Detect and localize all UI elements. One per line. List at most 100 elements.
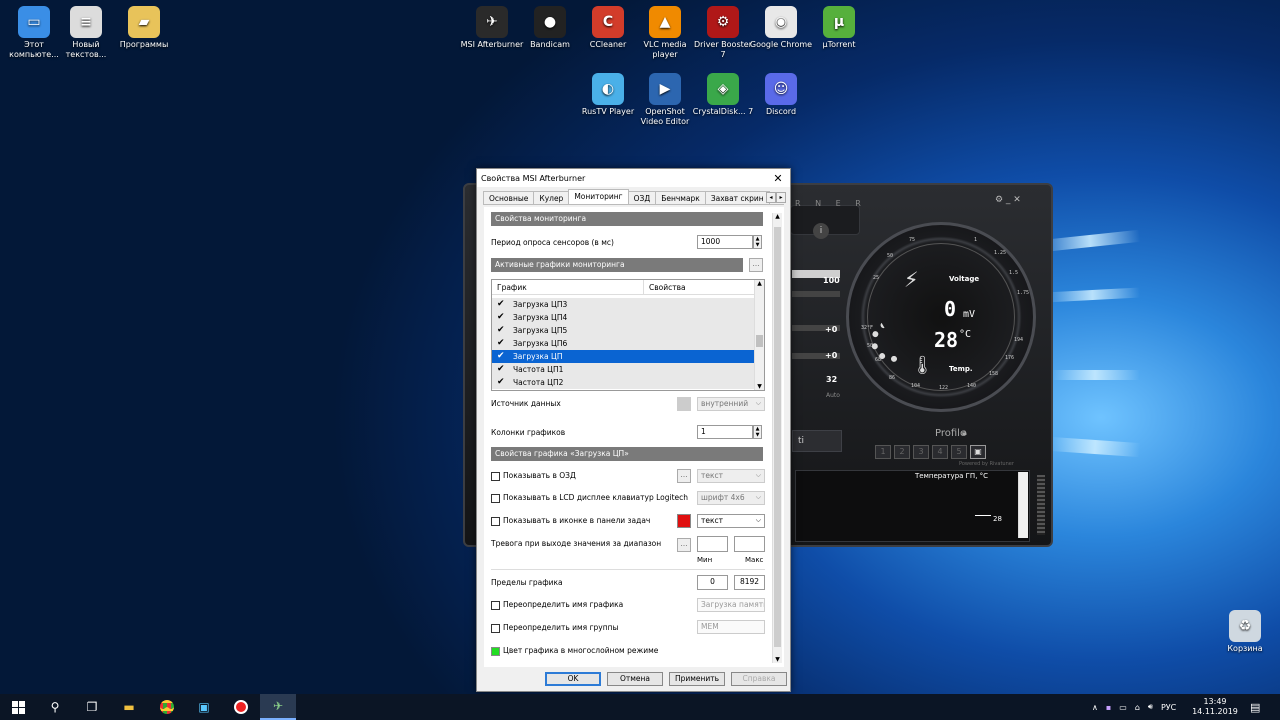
list-item[interactable]: ✔ Загрузка ЦП6 (492, 337, 754, 350)
desktop-shortcut[interactable]: ✈ MSI Afterburner (460, 6, 524, 50)
override-name-option[interactable]: Переопределить имя графика (491, 600, 623, 610)
bandicam-taskbar-icon[interactable] (223, 694, 259, 720)
active-graphs-list[interactable]: График Свойства ✔ Загрузка ЦП3 ✔ Загрузка Ц… (491, 279, 765, 391)
tray-chevron-icon[interactable]: ∧ (1092, 703, 1098, 712)
poll-period-stepper[interactable]: ▲ ▼ (753, 235, 762, 249)
tab-5[interactable]: Захват скрин (704, 191, 770, 204)
desktop-shortcut[interactable]: ⚙ Driver Booster 7 (691, 6, 755, 60)
desktop-shortcut[interactable]: ◈ CrystalDisk... 7 (691, 73, 755, 117)
chrome-taskbar-icon[interactable] (149, 694, 185, 720)
list-item[interactable]: ✔ Загрузка ЦП4 (492, 311, 754, 324)
afterburner-taskbar-icon[interactable]: ✈ (260, 694, 296, 720)
cancel-button[interactable]: Отмена (607, 672, 663, 686)
file-explorer-icon[interactable]: ▬ (111, 694, 147, 720)
volume-icon[interactable]: 🔊︎ (1148, 702, 1153, 712)
graph-scrollbar[interactable] (1018, 472, 1028, 538)
override-group-option[interactable]: Переопределить имя группы (491, 623, 618, 633)
osd-checkbox[interactable] (491, 471, 500, 481)
alarm-min-input[interactable] (697, 536, 728, 552)
check-icon[interactable]: ✔ (497, 376, 513, 389)
check-icon[interactable]: ✔ (497, 363, 513, 376)
save-profile-icon[interactable]: ▣ (970, 445, 986, 459)
info-icon[interactable]: i (813, 223, 829, 239)
scroll-thumb[interactable] (756, 335, 763, 347)
profile-slot-button[interactable]: 1 (875, 445, 891, 459)
language-indicator[interactable]: РУС (1161, 703, 1176, 712)
desktop-shortcut[interactable]: ◉ Google Chrome (749, 6, 813, 50)
tab-2[interactable]: Мониторинг (568, 189, 629, 204)
dialog-titlebar[interactable]: Свойства MSI Afterburner ✕ (477, 169, 790, 187)
list-item[interactable]: ✔ Частота ЦП1 (492, 363, 754, 376)
alarm-max-input[interactable] (734, 536, 765, 552)
window-controls[interactable]: ⚙ _ ✕ (995, 195, 1021, 205)
override-group-checkbox[interactable] (491, 623, 500, 633)
osd-select[interactable]: текст (697, 469, 765, 483)
desktop-shortcut[interactable]: ▲ VLC media player (633, 6, 697, 60)
scroll-up-icon[interactable]: ▲ (773, 213, 782, 220)
close-icon[interactable]: ✕ (766, 172, 790, 185)
check-icon[interactable]: ✔ (497, 337, 513, 350)
desktop-shortcut[interactable]: ▰ Программы (112, 6, 176, 50)
network-icon[interactable]: ⌂ (1135, 703, 1140, 712)
multilayer-color-swatch[interactable] (491, 646, 500, 656)
tray-color-swatch[interactable] (677, 514, 691, 528)
task-view-icon[interactable]: ❐ (74, 694, 110, 720)
check-icon[interactable]: ✔ (497, 324, 513, 337)
osd-more-button[interactable]: … (677, 469, 691, 483)
check-icon[interactable]: ✔ (497, 311, 513, 324)
list-item[interactable]: ✔ Загрузка ЦП (492, 350, 754, 363)
lock-icon[interactable]: 🔒︎ (962, 428, 967, 438)
apply-panel[interactable]: ti (792, 430, 842, 452)
lcd-checkbox[interactable] (491, 493, 500, 503)
graph-columns-stepper[interactable]: ▲ ▼ (753, 425, 762, 439)
desktop-shortcut[interactable]: ◐ RusTV Player (576, 73, 640, 117)
notification-icon[interactable]: ▤ (1250, 694, 1260, 720)
scroll-down-icon[interactable]: ▼ (773, 656, 782, 663)
tab-3[interactable]: ОЗД (627, 191, 657, 204)
multilayer-color-option[interactable]: Цвет графика в многослойном режиме (491, 646, 658, 656)
check-icon[interactable]: ✔ (497, 350, 513, 363)
tray-type-select[interactable]: текст (697, 514, 765, 528)
profile-slot-button[interactable]: 5 (951, 445, 967, 459)
check-icon[interactable]: ✔ (497, 298, 513, 311)
override-group-input[interactable]: MEM (697, 620, 765, 634)
data-source-button[interactable] (677, 397, 691, 411)
tray-app-icon[interactable]: ▪ (1106, 703, 1111, 712)
tray-option[interactable]: Показывать в иконке в панели задач (491, 516, 650, 526)
desktop-shortcut[interactable]: ≡ Новый текстов... (54, 6, 118, 60)
tab-4[interactable]: Бенчмарк (655, 191, 706, 204)
override-name-checkbox[interactable] (491, 600, 500, 610)
list-item[interactable]: ✔ Загрузка ЦП3 (492, 298, 754, 311)
rdp-icon[interactable]: ▣ (186, 694, 222, 720)
list-scrollbar[interactable]: ▲ ▼ (754, 280, 764, 390)
desktop-shortcut[interactable]: µ µTorrent (807, 6, 871, 50)
lcd-option[interactable]: Показывать в LCD дисплее клавиатур Logit… (491, 493, 688, 503)
desktop-shortcut[interactable]: ▶ OpenShot Video Editor (633, 73, 697, 127)
profile-slot-button[interactable]: 4 (932, 445, 948, 459)
desktop-shortcut[interactable]: ♻ Корзина (1213, 610, 1277, 654)
desktop-shortcut[interactable]: ● Bandicam (518, 6, 582, 50)
graph-columns-input[interactable]: 1 (697, 425, 753, 439)
content-scrollbar[interactable]: ▲ ▼ (772, 213, 782, 663)
monitoring-graph[interactable] (795, 470, 1030, 542)
auto-label[interactable]: Auto (826, 392, 840, 399)
desktop-shortcut[interactable]: ☺ Discord (749, 73, 813, 117)
scroll-thumb[interactable] (774, 227, 781, 647)
tab-0[interactable]: Основные (483, 191, 535, 204)
profile-slot-button[interactable]: 2 (894, 445, 910, 459)
help-button[interactable]: Справка (731, 672, 787, 686)
profile-slot-button[interactable]: 3 (913, 445, 929, 459)
slider-track[interactable] (792, 291, 840, 297)
column-header-graph[interactable]: График (492, 280, 644, 294)
lcd-font-select[interactable]: шрифт 4x6 (697, 491, 765, 505)
search-icon[interactable]: ⚲ (37, 694, 73, 720)
desktop-shortcut[interactable]: C CCleaner (576, 6, 640, 50)
battery-icon[interactable]: ▭ (1119, 703, 1127, 712)
column-header-properties[interactable]: Свойства (644, 280, 686, 294)
list-item[interactable]: ✔ Частота ЦП2 (492, 376, 754, 389)
list-item[interactable]: ✔ Загрузка ЦП5 (492, 324, 754, 337)
tab-left-arrow-icon[interactable]: ◂ (766, 192, 776, 203)
ok-button[interactable]: OK (545, 672, 601, 686)
osd-option[interactable]: Показывать в ОЗД (491, 471, 576, 481)
scroll-up-icon[interactable]: ▲ (755, 280, 764, 287)
